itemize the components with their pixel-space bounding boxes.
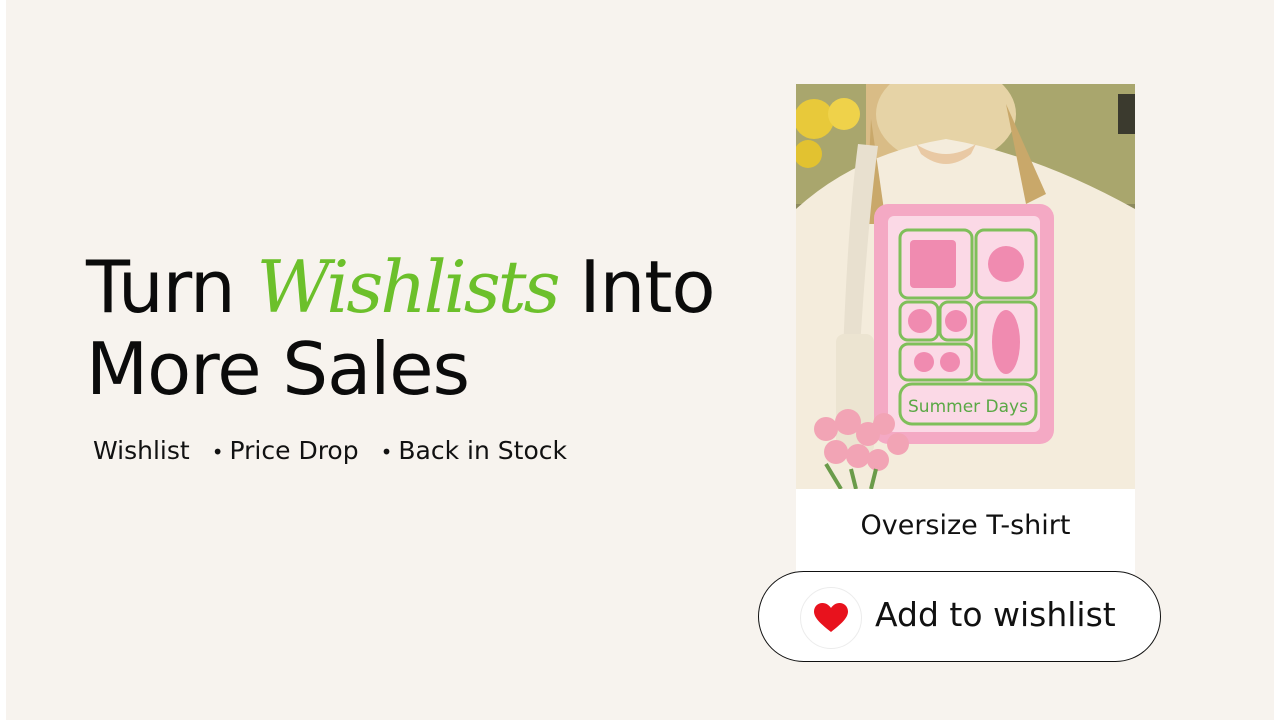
feature-label: Wishlist [93, 436, 190, 465]
headline-text-end: Into [557, 245, 715, 329]
add-to-wishlist-button[interactable]: Add to wishlist [758, 571, 1161, 662]
headline-text-start: Turn [86, 245, 257, 329]
product-photo-illustration: Summer Days [796, 84, 1135, 489]
heart-icon [814, 603, 848, 632]
feature-item-wishlist: Wishlist [93, 436, 190, 465]
feature-item-back-in-stock: • Back in Stock [381, 436, 567, 465]
product-card[interactable]: Summer Days Oversize T-shirt [796, 84, 1135, 574]
feature-bullet: • [211, 440, 224, 464]
feature-list: Wishlist • Price Drop • Back in Stock [93, 436, 589, 465]
feature-label: Price Drop [229, 436, 359, 465]
hero-banner: Turn Wishlists Into More Sales Wishlist •… [6, 0, 1274, 720]
product-name[interactable]: Oversize T-shirt [796, 510, 1135, 541]
headline-line-2: More Sales [86, 327, 470, 411]
print-text: Summer Days [908, 397, 1028, 417]
wishlist-button-label: Add to wishlist [875, 595, 1116, 634]
product-image[interactable]: Summer Days [796, 84, 1135, 489]
headline-accent-word: Wishlists [256, 245, 561, 329]
feature-item-price-drop: • Price Drop [212, 436, 359, 465]
feature-bullet: • [380, 440, 393, 464]
heart-icon-circle [800, 587, 862, 649]
feature-label: Back in Stock [398, 436, 567, 465]
headline: Turn Wishlists Into More Sales [86, 245, 716, 411]
